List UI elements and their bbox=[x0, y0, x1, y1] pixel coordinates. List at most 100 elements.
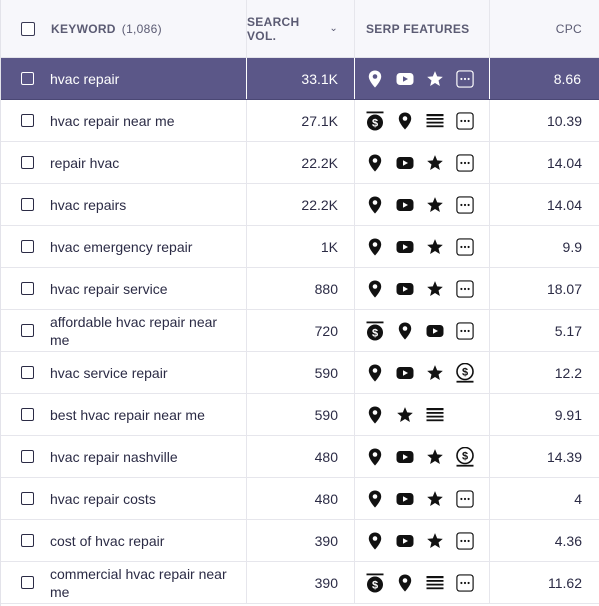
table-row[interactable]: hvac service repair 590 $12.2 bbox=[1, 352, 599, 394]
keyword-text[interactable]: commercial hvac repair near me bbox=[50, 565, 228, 601]
cpc-value: 9.91 bbox=[554, 406, 582, 423]
search-vol-value: 720 bbox=[314, 322, 338, 339]
cpc-value: 18.07 bbox=[546, 280, 582, 297]
table-row[interactable]: hvac repair 33.1K 8.66 bbox=[1, 58, 599, 100]
keyword-text[interactable]: hvac emergency repair bbox=[50, 238, 228, 256]
table-row[interactable]: affordable hvac repair near me 720 $5.17 bbox=[1, 310, 599, 352]
keyword-cell: hvac repair near me bbox=[1, 100, 247, 141]
cpc-cell: 14.04 bbox=[490, 184, 599, 225]
svg-text:$: $ bbox=[462, 450, 468, 462]
more-icon[interactable] bbox=[456, 279, 474, 298]
row-checkbox[interactable] bbox=[21, 576, 34, 589]
cpc-value: 9.9 bbox=[562, 238, 582, 255]
table-row[interactable]: repair hvac 22.2K 14.04 bbox=[1, 142, 599, 184]
keyword-text[interactable]: cost of hvac repair bbox=[50, 532, 228, 550]
map-pin-icon bbox=[366, 490, 384, 508]
star-icon bbox=[426, 364, 444, 382]
table-header: KEYWORD (1,086) SEARCH VOL. ⌄ SERP FEATU… bbox=[1, 0, 599, 58]
keyword-text[interactable]: hvac repairs bbox=[50, 196, 228, 214]
more-icon[interactable] bbox=[456, 153, 474, 172]
keyword-text[interactable]: hvac service repair bbox=[50, 364, 228, 382]
more-icon[interactable] bbox=[456, 195, 474, 214]
cpc-value: 4 bbox=[574, 490, 582, 507]
table-row[interactable]: hvac repair near me 27.1K $10.39 bbox=[1, 100, 599, 142]
search-vol-cell: 720 bbox=[247, 310, 355, 351]
more-icon[interactable] bbox=[456, 489, 474, 508]
star-icon bbox=[426, 238, 444, 256]
row-checkbox[interactable] bbox=[21, 366, 34, 379]
keyword-text[interactable]: hvac repair bbox=[50, 70, 228, 88]
select-all-checkbox[interactable] bbox=[21, 21, 35, 36]
video-icon bbox=[396, 490, 414, 508]
keyword-text[interactable]: best hvac repair near me bbox=[50, 406, 228, 424]
search-vol-value: 22.2K bbox=[301, 196, 338, 213]
search-vol-cell: 1K bbox=[247, 226, 355, 267]
map-pin-icon bbox=[366, 238, 384, 256]
map-pin-icon bbox=[366, 364, 384, 382]
keyword-cell: commercial hvac repair near me bbox=[1, 562, 247, 603]
row-checkbox[interactable] bbox=[21, 450, 34, 463]
svg-text:$: $ bbox=[462, 366, 468, 378]
serp-features-cell: $ bbox=[355, 310, 490, 351]
search-vol-column-header[interactable]: SEARCH VOL. ⌄ bbox=[247, 0, 355, 57]
row-checkbox[interactable] bbox=[21, 240, 34, 253]
row-checkbox[interactable] bbox=[21, 72, 34, 85]
table-row[interactable]: hvac repairs 22.2K 14.04 bbox=[1, 184, 599, 226]
cpc-cell: 18.07 bbox=[490, 268, 599, 309]
ads-top-icon: $ bbox=[366, 321, 384, 340]
svg-text:$: $ bbox=[372, 579, 378, 591]
row-checkbox[interactable] bbox=[21, 114, 34, 127]
more-icon[interactable] bbox=[456, 69, 474, 88]
map-pin-icon bbox=[396, 112, 414, 130]
keyword-cell: hvac repairs bbox=[1, 184, 247, 225]
row-checkbox[interactable] bbox=[21, 282, 34, 295]
search-vol-cell: 590 bbox=[247, 394, 355, 435]
serp-features-cell bbox=[355, 478, 490, 519]
search-vol-value: 390 bbox=[314, 574, 338, 591]
cpc-value: 4.36 bbox=[554, 532, 582, 549]
table-row[interactable]: hvac repair nashville 480 $14.39 bbox=[1, 436, 599, 478]
map-pin-icon bbox=[366, 448, 384, 466]
search-vol-cell: 22.2K bbox=[247, 184, 355, 225]
cpc-cell: 4 bbox=[490, 478, 599, 519]
keyword-text[interactable]: hvac repair service bbox=[50, 280, 228, 298]
cpc-value: 14.39 bbox=[546, 448, 582, 465]
table-row[interactable]: hvac repair service 880 18.07 bbox=[1, 268, 599, 310]
serp-features-column-header[interactable]: SERP FEATURES bbox=[355, 0, 490, 57]
keyword-text[interactable]: hvac repair near me bbox=[50, 112, 228, 130]
row-checkbox[interactable] bbox=[21, 408, 34, 421]
table-row[interactable]: hvac repair costs 480 4 bbox=[1, 478, 599, 520]
sort-chevron-icon[interactable]: ⌄ bbox=[329, 23, 338, 34]
more-icon[interactable] bbox=[456, 531, 474, 550]
cpc-cell: 14.39 bbox=[490, 436, 599, 477]
ads-top-icon: $ bbox=[366, 111, 384, 130]
serp-features-cell bbox=[355, 268, 490, 309]
cpc-column-header[interactable]: CPC bbox=[490, 0, 599, 57]
row-checkbox[interactable] bbox=[21, 492, 34, 505]
keyword-text[interactable]: affordable hvac repair near me bbox=[50, 313, 228, 349]
cpc-cell: 5.17 bbox=[490, 310, 599, 351]
serp-features-cell bbox=[355, 142, 490, 183]
search-vol-cell: 480 bbox=[247, 436, 355, 477]
keyword-column-header[interactable]: KEYWORD (1,086) bbox=[1, 0, 247, 57]
more-icon[interactable] bbox=[456, 321, 474, 340]
search-vol-cell: 33.1K bbox=[247, 58, 355, 99]
cpc-header-label: CPC bbox=[555, 21, 582, 36]
more-icon[interactable] bbox=[456, 237, 474, 256]
row-checkbox[interactable] bbox=[21, 156, 34, 169]
keyword-text[interactable]: repair hvac bbox=[50, 154, 228, 172]
video-icon bbox=[426, 322, 444, 340]
keyword-text[interactable]: hvac repair costs bbox=[50, 490, 228, 508]
keyword-text[interactable]: hvac repair nashville bbox=[50, 448, 228, 466]
more-icon[interactable] bbox=[456, 573, 474, 592]
table-row[interactable]: best hvac repair near me 590 9.91 bbox=[1, 394, 599, 436]
table-row[interactable]: hvac emergency repair 1K 9.9 bbox=[1, 226, 599, 268]
serp-features-cell: $ bbox=[355, 100, 490, 141]
serp-features-cell bbox=[355, 520, 490, 561]
more-icon[interactable] bbox=[456, 111, 474, 130]
row-checkbox[interactable] bbox=[21, 324, 34, 337]
table-row[interactable]: commercial hvac repair near me 390 $11.62 bbox=[1, 562, 599, 604]
row-checkbox[interactable] bbox=[21, 198, 34, 211]
table-row[interactable]: cost of hvac repair 390 4.36 bbox=[1, 520, 599, 562]
row-checkbox[interactable] bbox=[21, 534, 34, 547]
